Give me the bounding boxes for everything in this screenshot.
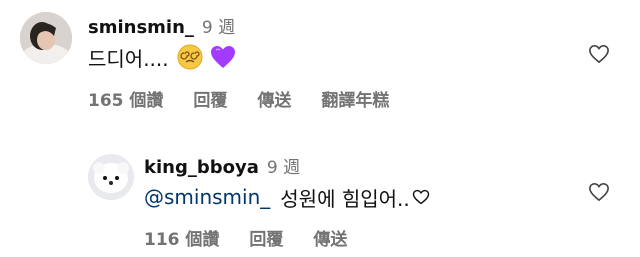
comment-header: sminsmin_ 9 週 [88,13,235,38]
likes-count[interactable]: 116 個讚 [144,225,219,250]
mention-link[interactable]: @sminsmin_ [144,185,270,209]
comment-body: 드디어.... [88,46,169,71]
comment-text: @sminsmin_ 성원에 힘입어.. [144,182,430,212]
reply-button[interactable]: 回覆 [249,225,283,250]
share-button[interactable]: 傳送 [313,225,347,250]
comment-body: 성원에 힘입어.. [280,186,410,211]
comment-actions: 116 個讚 回覆 傳送 [144,225,377,250]
outline-heart-icon [412,189,429,205]
comment-header: king_bboya 9 週 [144,153,300,178]
username[interactable]: king_bboya [144,157,259,178]
avatar[interactable] [20,12,72,64]
purple-heart-emoji [210,46,235,68]
likes-count[interactable]: 165 個讚 [88,86,163,111]
avatar-photo [88,154,134,200]
reply-comment: king_bboya 9 週 @sminsmin_ 성원에 힘입어.. 116 … [0,146,640,256]
comment-text: 드디어.... [88,42,237,72]
heart-icon[interactable] [588,44,610,64]
username[interactable]: sminsmin_ [88,17,194,38]
timestamp[interactable]: 9 週 [267,153,300,178]
timestamp[interactable]: 9 週 [202,13,235,38]
share-button[interactable]: 傳送 [257,86,291,111]
dizzy-face-emoji [177,44,203,70]
translate-button[interactable]: 翻譯年糕 [321,86,389,111]
heart-icon[interactable] [588,182,610,202]
avatar[interactable] [88,154,134,200]
reply-button[interactable]: 回覆 [193,86,227,111]
avatar-photo [20,12,72,64]
comment-actions: 165 個讚 回覆 傳送 翻譯年糕 [88,86,419,111]
comment: sminsmin_ 9 週 드디어.... 165 個讚 回覆 傳送 翻譯年糕 [0,6,640,124]
